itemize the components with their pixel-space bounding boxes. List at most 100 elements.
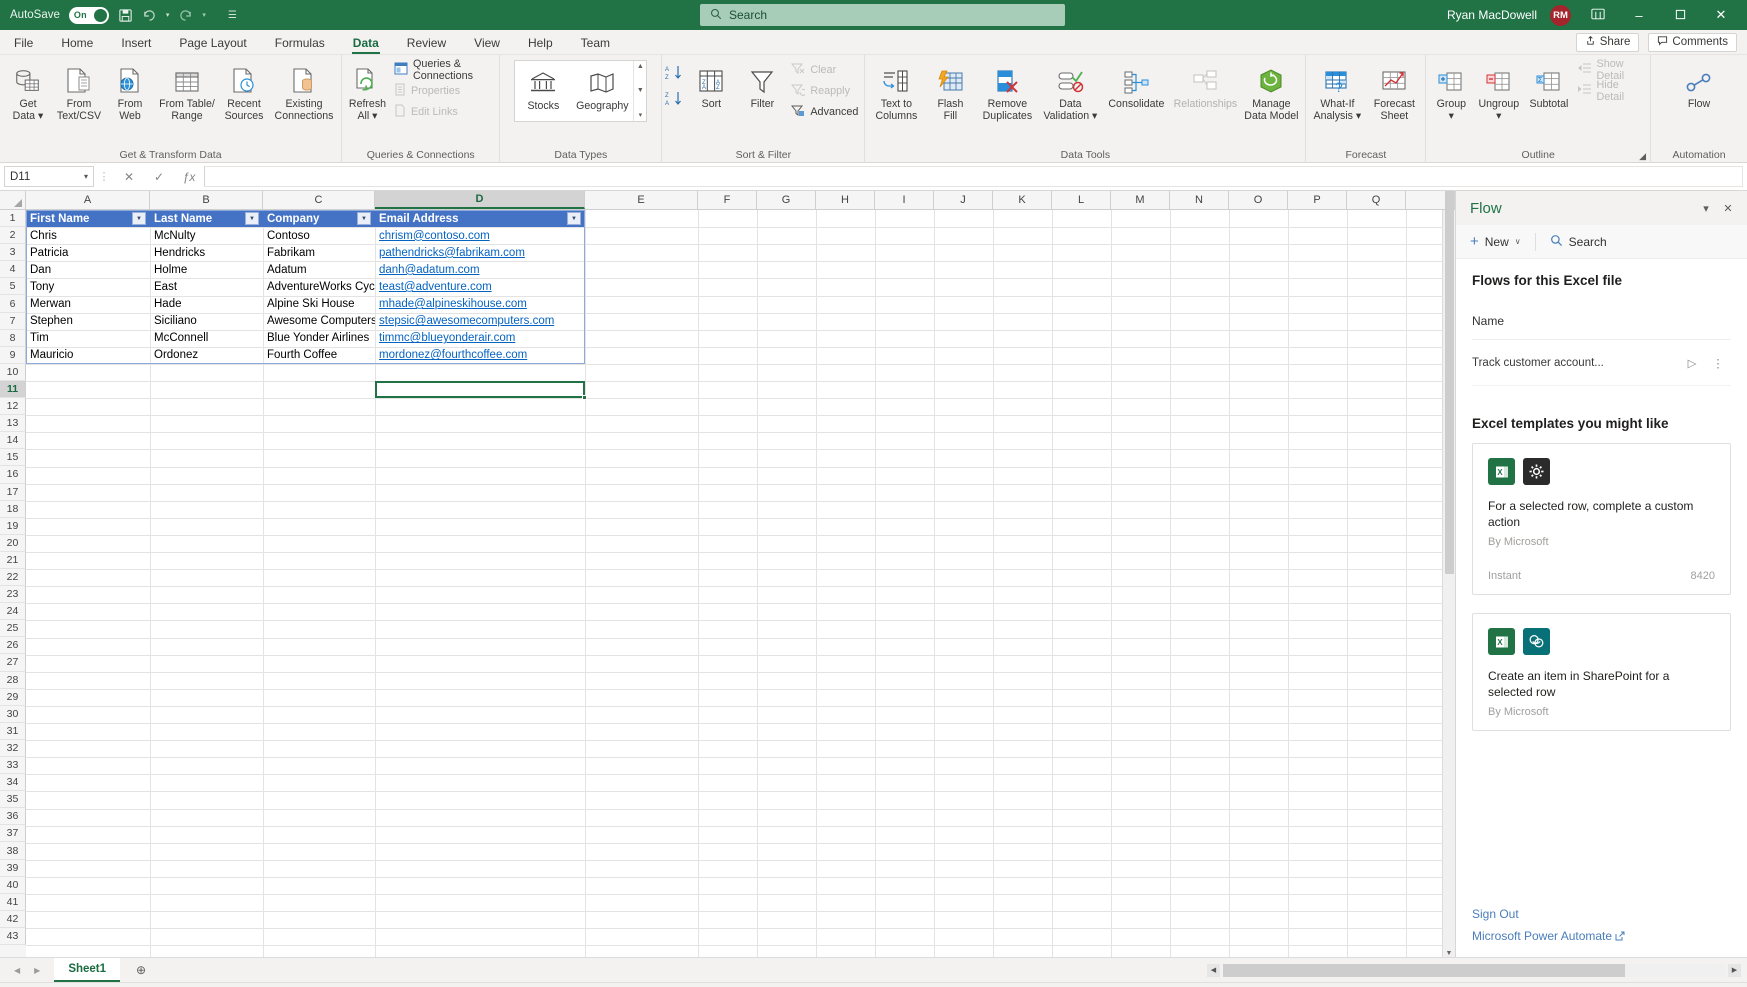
table-cell-r4c4[interactable]: danh@adatum.com — [375, 261, 585, 278]
row-header-41[interactable]: 41 — [0, 894, 26, 911]
fill-handle[interactable] — [582, 395, 587, 400]
name-box[interactable]: D11 ▾ — [4, 166, 94, 187]
table-cell-r8c4[interactable]: timmc@blueyonderair.com — [375, 330, 585, 347]
table-cell-r6c1[interactable]: Merwan — [26, 296, 150, 313]
row-header-43[interactable]: 43 — [0, 928, 26, 945]
row-header-31[interactable]: 31 — [0, 723, 26, 740]
scroll-left-icon[interactable]: ◀ — [1207, 964, 1220, 977]
table-header-cell-1[interactable]: First Name▼ — [26, 210, 150, 227]
forecast-sheet-button[interactable]: Forecast Sheet — [1366, 58, 1422, 122]
group-button[interactable]: Group ▾ — [1429, 58, 1473, 122]
table-cell-r7c1[interactable]: Stephen — [26, 313, 150, 330]
horizontal-scrollbar[interactable]: ◀ ▶ — [1207, 958, 1747, 982]
what-if-analysis-button[interactable]: ? What-If Analysis ▾ — [1309, 58, 1365, 122]
table-cell-r2c2[interactable]: McNulty — [150, 227, 263, 244]
table-cell-r3c2[interactable]: Hendricks — [150, 244, 263, 261]
flash-fill-button[interactable]: Flash Fill — [925, 58, 975, 122]
template-card[interactable]: X For a selected row, complete a custom … — [1472, 443, 1731, 595]
existing-connections-button[interactable]: Existing Connections — [270, 58, 338, 122]
select-all-corner[interactable] — [0, 191, 26, 209]
tab-review[interactable]: Review — [393, 30, 460, 55]
queries-and-connections-button[interactable]: Queries & Connections — [391, 61, 496, 78]
table-cell-r9c1[interactable]: Mauricio — [26, 347, 150, 364]
table-cell-r7c2[interactable]: Siciliano — [150, 313, 263, 330]
stocks-button[interactable]: Stocks — [515, 61, 571, 121]
row-header-37[interactable]: 37 — [0, 825, 26, 842]
row-header-26[interactable]: 26 — [0, 637, 26, 654]
tab-team[interactable]: Team — [567, 30, 624, 55]
tab-page-layout[interactable]: Page Layout — [165, 30, 260, 55]
next-sheet-icon[interactable]: ▶ — [34, 966, 40, 975]
table-cell-r6c4[interactable]: mhade@alpineskihouse.com — [375, 296, 585, 313]
table-cell-r9c3[interactable]: Fourth Coffee — [263, 347, 375, 364]
row-header-36[interactable]: 36 — [0, 808, 26, 825]
row-header-35[interactable]: 35 — [0, 791, 26, 808]
filter-dropdown-icon[interactable]: ▼ — [245, 212, 259, 225]
filter-dropdown-icon[interactable]: ▼ — [132, 212, 146, 225]
sort-descending-icon[interactable]: ZA — [665, 90, 685, 110]
formula-input[interactable] — [204, 166, 1743, 187]
row-header-29[interactable]: 29 — [0, 689, 26, 706]
refresh-all-button[interactable]: Refresh All ▾ — [345, 58, 390, 122]
redo-icon[interactable] — [178, 9, 193, 22]
table-cell-r3c1[interactable]: Patricia — [26, 244, 150, 261]
table-header-cell-3[interactable]: Company▼ — [263, 210, 375, 227]
name-box-chevron-down-icon[interactable]: ▾ — [84, 172, 88, 181]
row-header-2[interactable]: 2 — [0, 227, 26, 244]
sign-out-link[interactable]: Sign Out — [1472, 903, 1731, 925]
subtotal-button[interactable]: Σ Subtotal — [1524, 58, 1573, 111]
text-to-columns-button[interactable]: Text to Columns — [868, 58, 924, 122]
from-web-button[interactable]: From Web — [105, 58, 155, 122]
insert-function-button[interactable]: ƒx — [174, 170, 204, 184]
flow-more-options-icon[interactable]: ⋮ — [1705, 356, 1731, 370]
table-header-cell-4[interactable]: Email Address▼ — [375, 210, 585, 227]
ribbon-display-options-icon[interactable] — [1584, 8, 1612, 23]
row-header-27[interactable]: 27 — [0, 654, 26, 671]
table-cell-r2c3[interactable]: Contoso — [263, 227, 375, 244]
tab-formulas[interactable]: Formulas — [261, 30, 339, 55]
tab-help[interactable]: Help — [514, 30, 567, 55]
table-cell-r9c4[interactable]: mordonez@fourthcoffee.com — [375, 347, 585, 364]
undo-icon[interactable] — [142, 9, 157, 22]
power-automate-link[interactable]: Microsoft Power Automate — [1472, 925, 1731, 947]
column-header-p[interactable]: P — [1288, 191, 1347, 209]
flow-run-icon[interactable]: ▷ — [1679, 356, 1705, 370]
table-cell-r6c3[interactable]: Alpine Ski House — [263, 296, 375, 313]
confirm-entry-button[interactable]: ✓ — [144, 170, 174, 184]
row-header-1[interactable]: 1 — [0, 210, 26, 227]
row-header-21[interactable]: 21 — [0, 552, 26, 569]
table-cell-r8c3[interactable]: Blue Yonder Airlines — [263, 330, 375, 347]
sort-ascending-icon[interactable]: AZ — [665, 64, 685, 84]
column-header-b[interactable]: B — [150, 191, 263, 209]
column-header-m[interactable]: M — [1111, 191, 1170, 209]
row-header-6[interactable]: 6 — [0, 295, 26, 312]
horizontal-scroll-track[interactable] — [1223, 964, 1725, 977]
template-card[interactable]: X Create an item in SharePoint for a sel… — [1472, 613, 1731, 731]
data-validation-button[interactable]: Data Validation ▾ — [1039, 58, 1101, 122]
row-header-42[interactable]: 42 — [0, 911, 26, 928]
column-header-l[interactable]: L — [1052, 191, 1111, 209]
previous-sheet-icon[interactable]: ◀ — [14, 966, 20, 975]
from-text-csv-button[interactable]: From Text/CSV — [54, 58, 104, 122]
undo-dropdown-icon[interactable]: ▾ — [166, 11, 170, 19]
column-header-a[interactable]: A — [26, 191, 150, 209]
table-cell-r7c4[interactable]: stepsic@awesomecomputers.com — [375, 313, 585, 330]
row-header-40[interactable]: 40 — [0, 877, 26, 894]
column-header-i[interactable]: I — [875, 191, 934, 209]
scroll-right-icon[interactable]: ▶ — [1728, 964, 1741, 977]
grid-cells[interactable]: First Name▼Last Name▼Company▼Email Addre… — [26, 210, 1442, 957]
column-header-j[interactable]: J — [934, 191, 993, 209]
minimize-button[interactable]: – — [1625, 8, 1653, 23]
table-header-cell-2[interactable]: Last Name▼ — [150, 210, 263, 227]
row-header-4[interactable]: 4 — [0, 261, 26, 278]
row-header-25[interactable]: 25 — [0, 620, 26, 637]
row-header-28[interactable]: 28 — [0, 672, 26, 689]
column-header-f[interactable]: F — [698, 191, 757, 209]
row-header-5[interactable]: 5 — [0, 278, 26, 295]
table-cell-r6c2[interactable]: Hade — [150, 296, 263, 313]
flow-pane-close-icon[interactable]: ✕ — [1717, 202, 1739, 215]
formula-bar-grip[interactable]: ⋮ — [94, 170, 114, 183]
advanced-button[interactable]: Advanced — [788, 103, 861, 120]
table-cell-r9c2[interactable]: Ordonez — [150, 347, 263, 364]
vertical-scrollbar[interactable]: ▲ ▼ — [1442, 210, 1455, 957]
